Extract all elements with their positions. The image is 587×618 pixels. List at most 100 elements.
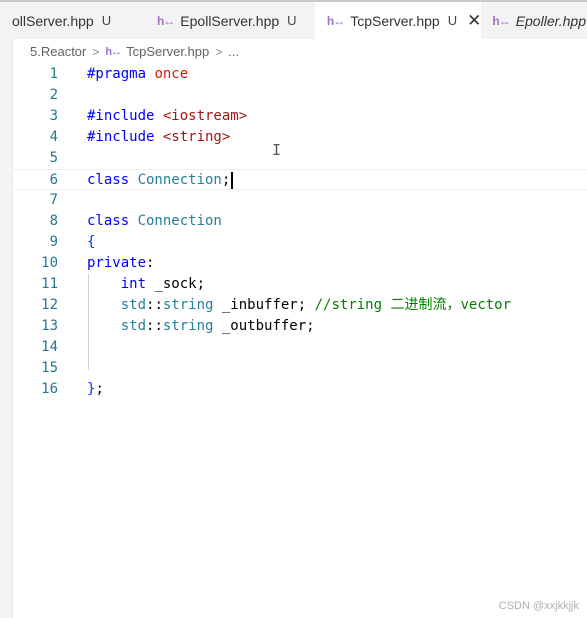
breadcrumb: 5.Reactor > h↔ TcpServer.hpp > ...: [30, 44, 239, 59]
code-token: std: [120, 297, 147, 313]
code-token: _sock;: [146, 276, 206, 292]
code-token: class: [87, 172, 138, 188]
editor-tab-bar: ollServer.hpp U h↔ EpollServer.hpp U h↔ …: [12, 2, 587, 39]
tab-epollserver[interactable]: h↔ EpollServer.hpp U: [143, 2, 315, 39]
cpp-header-icon: h↔: [492, 13, 510, 28]
line-number: 8: [49, 213, 58, 229]
code-token: Connection: [137, 172, 222, 188]
line-number: 1: [49, 66, 58, 82]
code-line[interactable]: 4 #include <string>: [12, 127, 587, 148]
code-line[interactable]: 3 #include <iostream>: [12, 106, 587, 127]
code-token: {: [87, 234, 96, 250]
code-token: <iostream>: [162, 108, 248, 124]
line-number: 4: [49, 129, 58, 145]
code-token: _outbuffer;: [213, 318, 315, 334]
cpp-header-icon: h↔: [105, 45, 122, 58]
untracked-badge: U: [287, 13, 297, 28]
breadcrumb-folder[interactable]: 5.Reactor: [30, 44, 86, 59]
code-line[interactable]: 6 class Connection;: [12, 169, 587, 190]
code-token: <string>: [162, 129, 231, 145]
code-text[interactable]: #include <iostream>: [87, 106, 247, 127]
chevron-right-icon: >: [92, 44, 100, 59]
code-token: private: [87, 255, 147, 271]
code-line[interactable]: 16};: [12, 379, 587, 400]
code-line[interactable]: 9{: [12, 232, 587, 253]
tab-tcpserver[interactable]: h↔ TcpServer.hpp U ✕: [314, 2, 483, 39]
line-number: 3: [49, 108, 58, 124]
line-number: 11: [41, 276, 58, 292]
chevron-right-icon: >: [215, 44, 223, 59]
code-text[interactable]: #pragma once: [87, 64, 188, 85]
tab-label: ollServer.hpp: [12, 12, 94, 29]
code-text[interactable]: std::string _outbuffer;: [87, 316, 315, 337]
tab-label: EpollServer.hpp: [180, 12, 280, 29]
code-text[interactable]: std::string _inbuffer; //string 二进制流，vec…: [87, 295, 511, 316]
code-text[interactable]: class Connection;: [87, 170, 233, 191]
untracked-badge: U: [101, 13, 112, 28]
code-token: string: [162, 318, 214, 334]
code-text[interactable]: private:: [87, 253, 154, 274]
code-line[interactable]: 11 int _sock;: [12, 274, 587, 295]
code-line[interactable]: 12 std::string _inbuffer; //string 二进制流，…: [12, 295, 587, 316]
code-token: string: [162, 297, 214, 313]
code-text[interactable]: int _sock;: [87, 274, 205, 295]
code-token: Connection: [137, 213, 222, 229]
code-line[interactable]: 10 private:: [12, 253, 587, 274]
code-token: :: [146, 255, 155, 271]
code-token: class: [87, 213, 138, 229]
code-editor[interactable]: 1 #pragma once 2 3 #include <iostream> 4 #incl…: [12, 64, 587, 400]
line-number: 12: [41, 297, 58, 313]
line-number: 13: [41, 318, 58, 334]
close-icon[interactable]: ✕: [467, 11, 481, 31]
tab-pollserver[interactable]: ollServer.hpp U: [12, 2, 143, 39]
line-number: 16: [41, 381, 58, 397]
text-cursor-icon: I: [272, 141, 282, 159]
line-number: 10: [41, 255, 58, 271]
code-token: //string 二进制流，vector: [314, 297, 512, 313]
code-line[interactable]: 5: [12, 148, 587, 169]
code-token: #pragma: [87, 66, 155, 82]
code-line[interactable]: 13 std::string _outbuffer;: [12, 316, 587, 337]
code-token: _inbuffer;: [213, 297, 315, 313]
code-text[interactable]: #include <string>: [87, 127, 230, 148]
code-token: ;: [221, 172, 231, 188]
line-number: 5: [49, 150, 58, 166]
code-text[interactable]: };: [87, 379, 104, 400]
code-line[interactable]: 8 class Connection: [12, 211, 587, 232]
code-token: #include: [87, 129, 163, 145]
code-token: ::: [146, 297, 163, 313]
code-line[interactable]: 1 #pragma once: [12, 64, 587, 85]
tab-epoller[interactable]: h↔ Epoller.hpp: [482, 2, 587, 39]
line-number: 14: [41, 339, 58, 355]
line-number: 9: [49, 234, 58, 250]
breadcrumb-symbol[interactable]: ...: [228, 44, 239, 59]
indent-guide: [88, 274, 89, 370]
code-line[interactable]: 15: [12, 358, 587, 379]
code-text[interactable]: {: [87, 232, 95, 253]
code-line[interactable]: 2: [12, 85, 587, 106]
text-caret: [231, 171, 233, 189]
tab-label: Epoller.hpp: [515, 12, 586, 29]
untracked-badge: U: [447, 13, 458, 28]
code-token: ;: [95, 381, 104, 397]
watermark: CSDN @xxjkkjjk: [498, 600, 579, 612]
code-token: ::: [146, 318, 163, 334]
code-text[interactable]: class Connection: [87, 211, 222, 232]
tab-label: TcpServer.hpp: [350, 12, 440, 29]
line-number: 6: [49, 172, 58, 188]
code-line[interactable]: 7: [12, 190, 587, 211]
line-number: 7: [49, 192, 58, 208]
code-token: std: [120, 318, 147, 334]
code-token: int: [120, 276, 147, 292]
breadcrumb-file[interactable]: TcpServer.hpp: [126, 44, 209, 59]
code-line[interactable]: 14: [12, 337, 587, 358]
code-token: once: [154, 66, 189, 82]
code-token: #include: [87, 108, 163, 124]
line-number: 15: [41, 360, 58, 376]
cpp-header-icon: h↔: [156, 13, 175, 28]
line-number: 2: [49, 87, 58, 103]
cpp-header-icon: h↔: [326, 13, 345, 28]
